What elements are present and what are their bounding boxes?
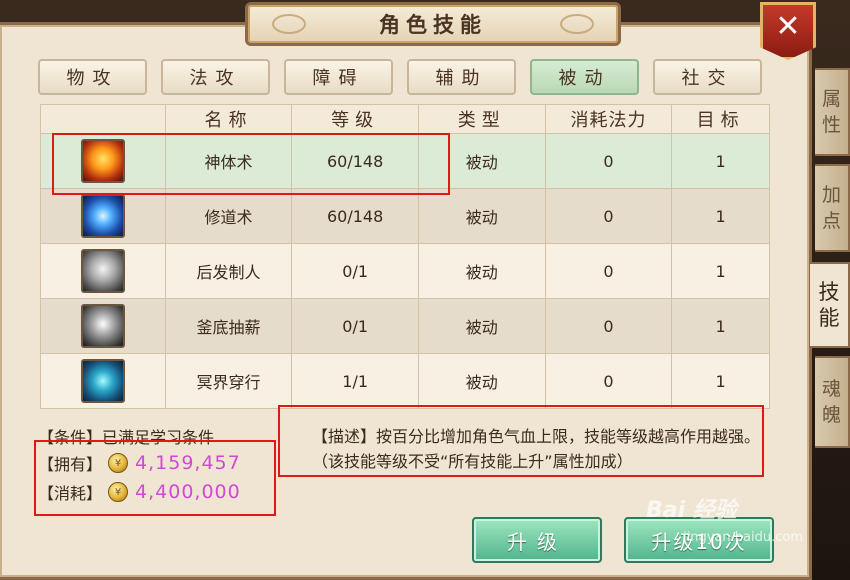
skill-target: 1	[715, 316, 726, 336]
skill-target: 1	[715, 206, 726, 226]
skill-mana: 0	[546, 354, 673, 408]
baidu-watermark-url: jingyan.baidu.com	[683, 530, 803, 545]
table-row[interactable]: 神体术 60/148 被动 0 1	[40, 134, 770, 189]
skill-target: 1	[715, 261, 726, 281]
tab-passive[interactable]: 被动	[530, 59, 639, 95]
side-tab-soul[interactable]: 魂魄	[815, 356, 850, 448]
table-header: 名称 等级 类型 消耗法力 目标	[40, 104, 770, 134]
coin-icon: ¥	[108, 482, 129, 502]
side-tab-label: 技能	[818, 280, 840, 330]
tab-obstruction[interactable]: 障碍	[284, 59, 393, 95]
tab-physical-attack[interactable]: 物攻	[38, 59, 147, 95]
table-row[interactable]: 修道术 60/148 被动 0 1	[40, 189, 770, 244]
table-row[interactable]: 釜底抽薪 0/1 被动 0 1	[40, 299, 770, 354]
cost-label: 【消耗】	[38, 484, 103, 503]
skill-name: 后发制人	[166, 244, 293, 298]
side-tab-label: 属性	[821, 88, 841, 136]
tab-social[interactable]: 社交	[653, 59, 762, 95]
learn-condition: 【条件】已满足学习条件	[38, 428, 215, 447]
side-tab-attributes[interactable]: 属性	[815, 68, 850, 156]
skill-type: 被动	[419, 244, 546, 298]
cloud-swirl-icon	[560, 14, 594, 34]
tab-magic-attack[interactable]: 法攻	[161, 59, 270, 95]
skill-mana: 0	[546, 244, 673, 298]
skill-name: 冥界穿行	[166, 354, 293, 408]
header-mana-cost: 消耗法力	[546, 105, 673, 133]
beast-rider-icon	[80, 359, 125, 403]
skill-level: 60/148	[292, 134, 419, 188]
header-type: 类型	[419, 105, 546, 133]
flame-figure-icon	[80, 139, 125, 183]
owned-currency: 【拥有】 ¥ 4,159,457	[38, 451, 241, 475]
baidu-watermark: Bai 经验	[646, 498, 737, 523]
skill-name: 神体术	[166, 134, 293, 188]
owned-label: 【拥有】	[38, 455, 103, 474]
skill-level: 0/1	[292, 244, 419, 298]
cost-currency: 【消耗】 ¥ 4,400,000	[38, 480, 241, 504]
skill-mana: 0	[546, 299, 673, 353]
side-tab-points[interactable]: 加点	[815, 164, 850, 252]
skill-mana: 0	[546, 189, 673, 243]
skill-level: 60/148	[292, 189, 419, 243]
skill-type: 被动	[419, 134, 546, 188]
cost-value: 4,400,000	[135, 481, 241, 503]
close-icon: ✕	[775, 9, 801, 44]
skill-category-tabs: 物攻 法攻 障碍 辅助 被动 社交	[38, 59, 762, 95]
table-row[interactable]: 后发制人 0/1 被动 0 1	[40, 244, 770, 299]
coin-icon: ¥	[108, 453, 129, 473]
skill-level: 1/1	[292, 354, 419, 408]
tab-support[interactable]: 辅助	[407, 59, 516, 95]
owned-value: 4,159,457	[135, 452, 241, 474]
header-name: 名称	[166, 105, 293, 133]
meditation-aura-icon	[80, 194, 125, 238]
skill-type: 被动	[419, 354, 546, 408]
skill-type: 被动	[419, 189, 546, 243]
page-title: 角色技能	[379, 13, 487, 37]
table-row[interactable]: 冥界穿行 1/1 被动 0 1	[40, 354, 770, 409]
header-icon-column	[41, 105, 166, 133]
side-tab-label: 加点	[821, 184, 841, 232]
side-tab-label: 魂魄	[821, 378, 841, 426]
skill-type: 被动	[419, 299, 546, 353]
skill-level: 0/1	[292, 299, 419, 353]
side-tab-skills[interactable]: 技能	[810, 262, 850, 348]
skill-description: 【描述】按百分比增加角色气血上限，技能等级越高作用越强。（该技能等级不受“所有技…	[312, 427, 761, 471]
skill-target: 1	[715, 371, 726, 391]
title-plate: 角色技能	[245, 2, 621, 46]
skill-target: 1	[715, 151, 726, 171]
cloud-swirl-icon	[272, 14, 306, 34]
skill-name: 釜底抽薪	[166, 299, 293, 353]
skill-mana: 0	[546, 134, 673, 188]
upgrade-button[interactable]: 升级	[472, 517, 602, 563]
header-level: 等级	[292, 105, 419, 133]
skill-table: 名称 等级 类型 消耗法力 目标 神体术 60/148 被动 0 1 修道术 6…	[40, 104, 770, 409]
grey-figure-icon	[80, 304, 125, 348]
skill-name: 修道术	[166, 189, 293, 243]
header-target: 目标	[696, 110, 745, 131]
grey-warrior-icon	[80, 249, 125, 293]
